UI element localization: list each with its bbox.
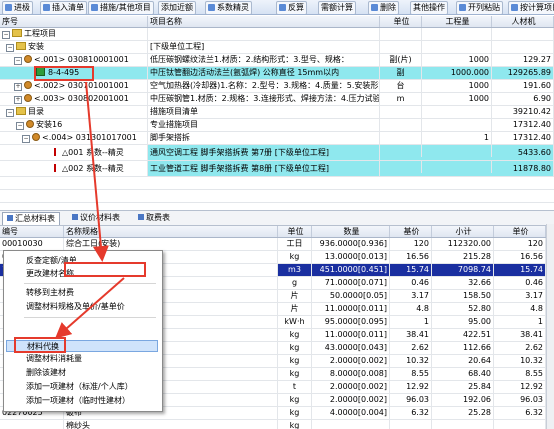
arrow-material-to-menu — [54, 277, 125, 339]
arrow-quota-to-material — [85, 81, 109, 262]
annotation-arrows — [54, 81, 125, 339]
